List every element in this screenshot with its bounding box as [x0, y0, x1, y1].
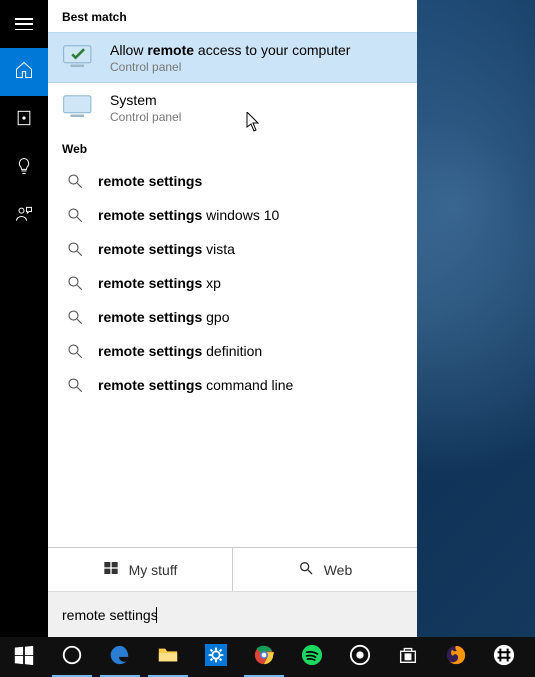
spotify-button[interactable]	[288, 637, 336, 677]
filter-row: My stuff Web	[48, 547, 417, 591]
search-panel: Best match Allow remote access to your c…	[48, 0, 417, 637]
search-icon	[298, 560, 314, 579]
chrome-button[interactable]	[240, 637, 288, 677]
web-suggestion[interactable]: remote settings xp	[48, 266, 417, 300]
search-box[interactable]: remote settings	[48, 591, 417, 637]
cortana-button[interactable]	[48, 637, 96, 677]
slack-button[interactable]	[480, 637, 528, 677]
monitor-check-icon	[62, 44, 96, 68]
store-icon	[397, 644, 419, 671]
sidebar-notebook[interactable]	[0, 96, 48, 144]
result-title: Allow remote access to your computer	[110, 41, 403, 59]
result-title: System	[110, 91, 403, 109]
web-suggestion[interactable]: remote settings gpo	[48, 300, 417, 334]
web-suggestion-text: remote settings vista	[98, 241, 235, 257]
home-icon	[14, 60, 34, 85]
folder-icon	[157, 644, 179, 671]
chrome-icon	[253, 644, 275, 671]
windows-icon	[103, 560, 119, 579]
cortana-icon	[61, 644, 83, 671]
sidebar-tips[interactable]	[0, 144, 48, 192]
mouse-cursor-icon	[246, 112, 260, 137]
search-icon	[66, 342, 84, 360]
web-header: Web	[48, 132, 417, 164]
result-sub: Control panel	[110, 60, 403, 74]
windows-logo-icon	[13, 644, 35, 671]
search-icon	[66, 308, 84, 326]
web-suggestion[interactable]: remote settings windows 10	[48, 198, 417, 232]
settings-button[interactable]	[192, 637, 240, 677]
web-suggestion-text: remote settings gpo	[98, 309, 230, 325]
sidebar-feedback[interactable]	[0, 192, 48, 240]
web-suggestion-text: remote settings command line	[98, 377, 293, 393]
search-icon	[66, 172, 84, 190]
bulb-icon	[14, 156, 34, 181]
web-suggestion[interactable]: remote settings vista	[48, 232, 417, 266]
monitor-icon	[62, 94, 96, 118]
result-system[interactable]: System Control panel	[48, 83, 417, 132]
search-icon	[66, 206, 84, 224]
spotify-icon	[301, 644, 323, 671]
hash-icon	[493, 644, 515, 671]
web-suggestion-text: remote settings definition	[98, 343, 262, 359]
media-button[interactable]	[336, 637, 384, 677]
taskbar	[0, 637, 535, 677]
web-suggestion[interactable]: remote settings definition	[48, 334, 417, 368]
filter-web[interactable]: Web	[233, 548, 417, 591]
text-caret	[156, 607, 157, 623]
search-icon	[66, 274, 84, 292]
sidebar-menu[interactable]	[0, 0, 48, 48]
disc-icon	[349, 644, 371, 671]
gear-icon	[205, 644, 227, 671]
web-suggestion-text: remote settings xp	[98, 275, 221, 291]
edge-icon	[109, 644, 131, 671]
result-allow-remote[interactable]: Allow remote access to your computer Con…	[48, 32, 417, 83]
notebook-icon	[14, 108, 34, 133]
web-suggestion-text: remote settings	[98, 173, 202, 189]
edge-button[interactable]	[96, 637, 144, 677]
filter-mystuff[interactable]: My stuff	[48, 548, 233, 591]
firefox-icon	[445, 644, 467, 671]
cortana-sidebar	[0, 0, 48, 637]
start-button[interactable]	[0, 637, 48, 677]
person-chat-icon	[14, 204, 34, 229]
web-suggestion[interactable]: remote settings command line	[48, 368, 417, 402]
sidebar-home[interactable]	[0, 48, 48, 96]
web-suggestion-text: remote settings windows 10	[98, 207, 279, 223]
search-icon	[66, 240, 84, 258]
best-match-header: Best match	[48, 0, 417, 32]
hamburger-icon	[15, 18, 33, 30]
explorer-button[interactable]	[144, 637, 192, 677]
web-suggestion[interactable]: remote settings	[48, 164, 417, 198]
search-input-text: remote settings	[62, 607, 158, 623]
firefox-button[interactable]	[432, 637, 480, 677]
store-button[interactable]	[384, 637, 432, 677]
search-icon	[66, 376, 84, 394]
